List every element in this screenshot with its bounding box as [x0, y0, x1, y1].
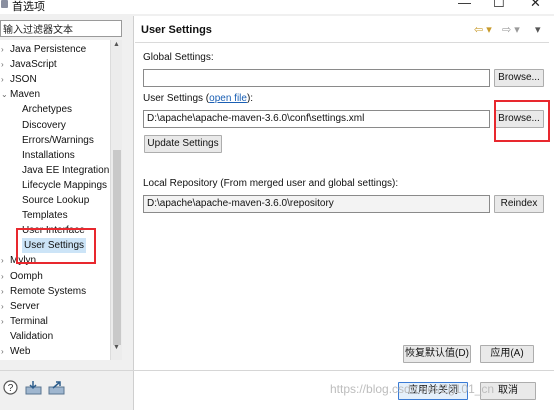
forward-icon[interactable]: ⇨ ▾: [502, 23, 520, 36]
tree-item-label: Remote Systems: [10, 285, 87, 297]
tree-item-label: Oomph: [10, 270, 43, 282]
update-settings-button[interactable]: Update Settings: [144, 135, 222, 153]
browse-highlight: [494, 100, 550, 142]
tree-item[interactable]: Lifecycle Mappings: [22, 178, 107, 193]
scroll-down-icon[interactable]: ▼: [113, 344, 120, 351]
tree-item-label: Installations: [22, 149, 75, 161]
global-settings-label: Global Settings:: [143, 52, 214, 63]
tree-item-label: Lifecycle Mappings: [22, 179, 108, 191]
chevron-right-icon[interactable]: ›: [1, 42, 4, 57]
tree-item-label: Source Lookup: [22, 195, 90, 206]
tree-item[interactable]: Installations: [22, 148, 75, 163]
watermark: https://blog.csdn.net/Zg101_cn: [330, 382, 495, 396]
export-icon[interactable]: [48, 380, 65, 395]
tree-item[interactable]: Validation: [10, 329, 53, 344]
local-repo-label: Local Repository (From merged user and g…: [143, 178, 399, 189]
tree-item-label: Java Persistence: [10, 44, 87, 55]
chevron-right-icon[interactable]: ›: [1, 253, 4, 268]
open-file-link[interactable]: open file: [209, 93, 247, 104]
chevron-right-icon[interactable]: ›: [1, 299, 4, 314]
tree-item[interactable]: Source Lookup: [22, 193, 89, 208]
restore-defaults-button[interactable]: 恢复默认值(D): [403, 345, 471, 363]
tree-item[interactable]: Archetypes: [22, 102, 72, 117]
tree-item-label: Archetypes: [22, 104, 73, 116]
chevron-right-icon[interactable]: ›: [1, 269, 4, 284]
tree-item-label: Templates: [22, 210, 68, 222]
preferences-tree: › Java Persistence › JavaScript › JSON ⌄ Maven A…: [0, 40, 110, 360]
global-browse-button[interactable]: Browse...: [494, 69, 544, 87]
tree-item-label: Maven: [10, 89, 41, 101]
tree-item-label: Server: [10, 300, 40, 312]
help-icon[interactable]: ?: [3, 380, 18, 395]
chevron-down-icon[interactable]: ⌄: [1, 87, 8, 102]
svg-text:?: ?: [8, 383, 14, 394]
back-icon[interactable]: ⇦ ▾: [474, 23, 492, 36]
chevron-right-icon[interactable]: ›: [1, 72, 4, 87]
global-settings-field[interactable]: [143, 69, 490, 87]
local-repo-field: D:\apache\apache-maven-3.6.0\repository: [143, 195, 490, 213]
tree-item[interactable]: › Terminal: [1, 314, 48, 329]
title-bar: 首选项 — ☐ ✕: [0, 0, 554, 14]
tree-item[interactable]: › Java Persistence: [1, 42, 87, 57]
tree-item-label: Web: [10, 346, 31, 357]
maximize-icon[interactable]: ☐: [493, 0, 505, 10]
page-title: User Settings: [141, 24, 212, 36]
tree-item[interactable]: Errors/Warnings: [22, 133, 94, 148]
chevron-right-icon[interactable]: ›: [1, 284, 4, 299]
window-title: 首选项: [12, 1, 45, 13]
tree-scrollbar[interactable]: ▲ ▼: [110, 40, 122, 360]
filter-input[interactable]: [0, 20, 122, 37]
scrollbar-thumb[interactable]: [113, 150, 121, 345]
chevron-right-icon[interactable]: ›: [1, 57, 4, 72]
import-icon[interactable]: [25, 380, 42, 395]
scroll-up-icon[interactable]: ▲: [113, 41, 120, 48]
tree-item[interactable]: › Server: [1, 299, 40, 314]
chevron-right-icon[interactable]: ›: [1, 314, 4, 329]
tree-item[interactable]: › JavaScript: [1, 57, 57, 72]
title-divider: [135, 42, 549, 43]
menu-icon[interactable]: ▾: [535, 23, 541, 36]
apply-button[interactable]: 应用(A): [480, 345, 534, 363]
tree-item[interactable]: › JSON: [1, 72, 37, 87]
footer-divider: [0, 370, 554, 371]
tree-item[interactable]: › Remote Systems: [1, 284, 87, 299]
tree-item[interactable]: Java EE Integration: [22, 163, 109, 178]
tree-item-label: Terminal: [10, 315, 48, 327]
reindex-button[interactable]: Reindex: [494, 195, 544, 213]
tree-item-label: Discovery: [22, 119, 66, 131]
chevron-right-icon[interactable]: ›: [1, 344, 4, 359]
tree-item-label: JavaScript: [10, 59, 57, 71]
user-settings-highlight: [16, 228, 96, 264]
tree-item[interactable]: › Web: [1, 344, 31, 359]
tree-item[interactable]: ⌄ Maven: [1, 87, 41, 102]
tree-item[interactable]: › Oomph: [1, 269, 43, 284]
user-settings-label: User Settings (open file):: [143, 93, 254, 104]
close-icon[interactable]: ✕: [530, 0, 541, 10]
app-icon: [1, 0, 8, 8]
tree-item-label: JSON: [10, 74, 37, 86]
tree-item[interactable]: Templates: [22, 208, 68, 223]
minimize-icon[interactable]: —: [458, 0, 471, 10]
user-settings-field[interactable]: D:\apache\apache-maven-3.6.0\conf\settin…: [143, 110, 490, 128]
tree-item[interactable]: Discovery: [22, 118, 66, 133]
tree-item-label: Errors/Warnings: [22, 134, 94, 146]
tree-item-label: Validation: [10, 330, 54, 342]
tree-item-label: Java EE Integration: [22, 164, 110, 176]
